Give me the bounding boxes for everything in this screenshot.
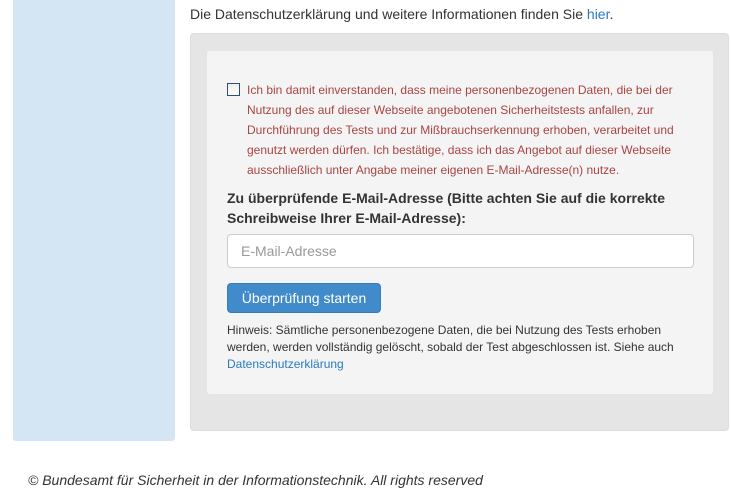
form-well: Ich bin damit einverstanden, dass meine …	[207, 51, 713, 394]
consent-checkbox[interactable]	[227, 83, 240, 96]
intro-text: Die Datenschutzerklärung und weitere Inf…	[190, 6, 587, 22]
hint-body: Hinweis: Sämtliche personenbezogene Date…	[227, 323, 674, 354]
consent-group: Ich bin damit einverstanden, dass meine …	[227, 80, 697, 180]
privacy-link[interactable]: hier	[587, 6, 610, 22]
email-input[interactable]	[227, 234, 694, 268]
privacy-intro: Die Datenschutzerklärung und weitere Inf…	[190, 5, 613, 23]
start-check-button[interactable]: Überprüfung starten	[227, 283, 381, 313]
privacy-policy-link[interactable]: Datenschutzerklärung	[227, 357, 344, 371]
hint-text: Hinweis: Sämtliche personenbezogene Date…	[227, 322, 702, 373]
intro-period: .	[609, 6, 614, 22]
consent-text[interactable]: Ich bin damit einverstanden, dass meine …	[247, 80, 697, 180]
sidebar-panel	[13, 0, 175, 441]
form-container: Ich bin damit einverstanden, dass meine …	[190, 33, 729, 431]
email-label: Zu überprüfende E-Mail-Adresse (Bitte ac…	[227, 190, 665, 226]
footer-copyright: © Bundesamt für Sicherheit in der Inform…	[28, 472, 483, 488]
